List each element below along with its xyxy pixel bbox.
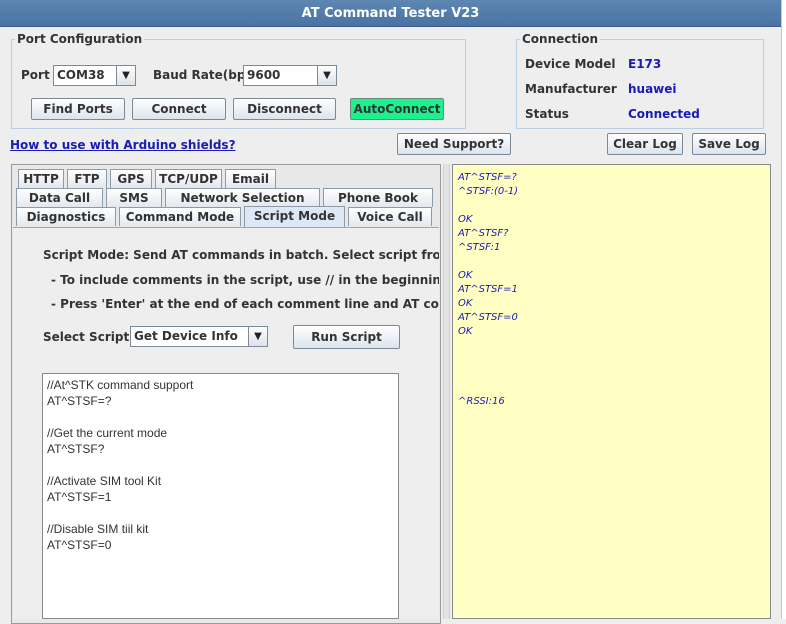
tab-tcp-udp[interactable]: TCP/UDP	[155, 169, 222, 188]
arduino-help-link[interactable]: How to use with Arduino shields?	[10, 138, 236, 152]
tab-script-mode[interactable]: Script Mode	[244, 206, 345, 227]
log-line: AT^STSF=?	[458, 172, 517, 183]
script-mode-note-enter: - Press 'Enter' at the end of each comme…	[51, 297, 439, 311]
need-support-button[interactable]: Need Support?	[397, 133, 511, 155]
baud-rate-select-value: 9600	[247, 68, 281, 82]
script-line: //At^STK command support	[47, 378, 194, 392]
port-label: Port	[21, 68, 50, 82]
status-label: Status	[525, 107, 569, 121]
log-line: AT^STSF=1	[458, 284, 518, 295]
log-line: ^RSSI:16	[458, 396, 505, 407]
chevron-down-icon[interactable]: ▼	[317, 66, 336, 85]
script-line: //Get the current mode	[47, 426, 168, 440]
tab-gps[interactable]: GPS	[110, 169, 152, 188]
tab-email[interactable]: Email	[225, 169, 276, 188]
tab-command-mode[interactable]: Command Mode	[119, 207, 241, 226]
window-edge	[781, 0, 786, 619]
log-line: OK	[458, 270, 473, 281]
tab-diagnostics[interactable]: Diagnostics	[16, 207, 116, 226]
log-line: ^STSF:1	[458, 242, 501, 253]
chevron-down-icon[interactable]: ▼	[248, 327, 267, 346]
autoconnect-button[interactable]: AutoConnect	[350, 98, 444, 120]
clear-log-button[interactable]: Clear Log	[607, 133, 683, 155]
port-configuration-legend: Port Configuration	[17, 32, 143, 46]
connect-button[interactable]: Connect	[132, 98, 226, 120]
port-select[interactable]: COM38 ▼	[53, 65, 136, 86]
select-script-value: Get Device Info	[134, 329, 238, 343]
select-script-label: Select Script	[43, 330, 130, 344]
script-line: AT^STSF?	[47, 442, 105, 456]
tab-network-selection[interactable]: Network Selection	[165, 188, 320, 207]
log-line: OK	[458, 214, 473, 225]
tab-phone-book[interactable]: Phone Book	[323, 188, 433, 207]
script-line: AT^STSF=0	[47, 538, 112, 552]
chevron-down-icon[interactable]: ▼	[116, 66, 135, 85]
tab-data-call[interactable]: Data Call	[16, 188, 103, 207]
status-value: Connected	[628, 107, 700, 121]
device-model-value: E173	[628, 57, 662, 71]
script-line: //Disable SIM tiil kit	[47, 522, 149, 536]
script-line: AT^STSF=?	[47, 394, 112, 408]
log-line: AT^STSF=0	[458, 312, 518, 323]
port-select-value: COM38	[57, 68, 105, 82]
tab-sms[interactable]: SMS	[106, 188, 162, 207]
manufacturer-value: huawei	[628, 82, 677, 96]
device-model-label: Device Model	[525, 57, 616, 71]
disconnect-button[interactable]: Disconnect	[233, 98, 336, 120]
script-line: AT^STSF=1	[47, 490, 112, 504]
find-ports-button[interactable]: Find Ports	[31, 98, 125, 120]
connection-legend: Connection	[522, 32, 599, 46]
window-title: AT Command Tester V23	[301, 6, 480, 21]
log-line: OK	[458, 326, 473, 337]
select-script-dropdown[interactable]: Get Device Info ▼	[130, 326, 268, 347]
run-script-button[interactable]: Run Script	[293, 325, 400, 349]
log-pane[interactable]: AT^STSF=? ^STSF:(0-1) OK AT^STSF? ^STSF:…	[452, 164, 771, 619]
tab-voice-call[interactable]: Voice Call	[348, 207, 432, 226]
baud-rate-select[interactable]: 9600 ▼	[243, 65, 337, 86]
log-line: AT^STSF?	[458, 228, 509, 239]
window-title-bar: AT Command Tester V23	[0, 0, 781, 27]
save-log-button[interactable]: Save Log	[692, 133, 766, 155]
script-mode-description: Script Mode: Send AT commands in batch. …	[43, 248, 439, 262]
log-line: ^STSF:(0-1)	[458, 186, 519, 197]
script-line: //Activate SIM tool Kit	[47, 474, 162, 488]
script-editor[interactable]: //At^STK command support AT^STSF=? //Get…	[42, 373, 399, 619]
tab-http[interactable]: HTTP	[18, 169, 64, 188]
pane-splitter[interactable]	[443, 164, 450, 619]
log-line: OK	[458, 298, 473, 309]
script-mode-note-comments: - To include comments in the script, use…	[51, 273, 439, 287]
tab-ftp[interactable]: FTP	[67, 169, 107, 188]
manufacturer-label: Manufacturer	[525, 82, 617, 96]
